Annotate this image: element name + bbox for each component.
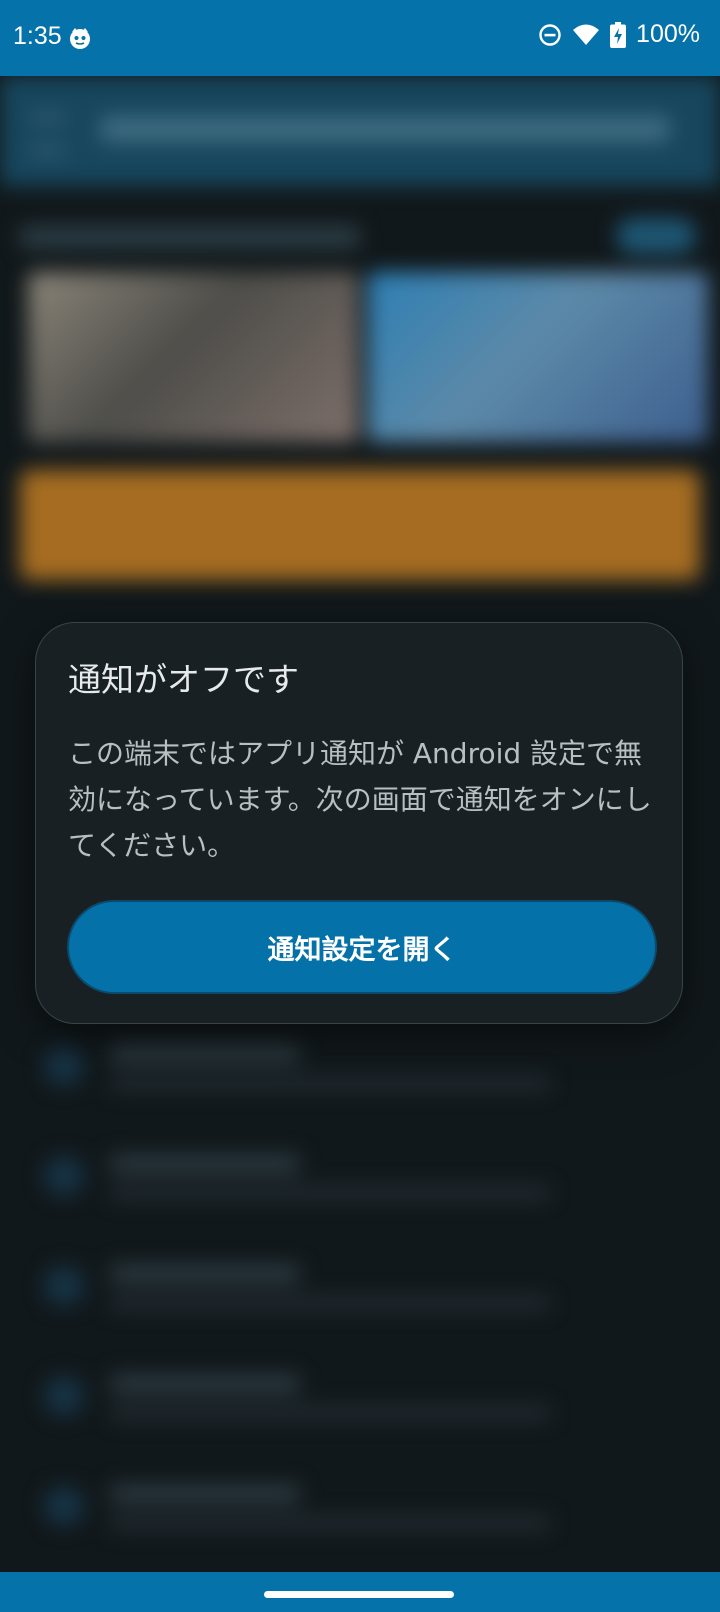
blurred-list-item [0,1356,720,1446]
status-icons: 100% [538,20,700,49]
status-time: 1:35 [13,22,62,50]
blurred-card [368,272,708,442]
blurred-list-item [0,1136,720,1226]
dialog-title: 通知がオフです [68,660,299,699]
open-notification-settings-button[interactable]: 通知設定を開く [67,900,657,994]
menu-icon [30,116,66,152]
blurred-list-item [0,1466,720,1556]
blurred-list-item [0,1246,720,1336]
blurred-section-title [20,226,360,248]
blurred-list-item [0,1026,720,1116]
screen: 1:35 100% 通知がオフです この端末ではアプリ通知が Android 設… [0,0,720,1612]
battery-percent: 100% [636,20,700,48]
wifi-icon [572,23,600,47]
home-gesture-handle[interactable] [264,1591,454,1598]
blurred-banner [20,470,700,580]
do-not-disturb-icon [538,23,562,47]
blurred-pill-button [616,218,696,254]
navigation-bar [0,1572,720,1612]
notification-off-dialog: 通知がオフです この端末ではアプリ通知が Android 設定で無効になっていま… [35,622,683,1024]
blurred-app-header [0,76,720,186]
blurred-card [28,272,358,442]
dialog-message: この端末ではアプリ通知が Android 設定で無効になっています。次の画面で通… [68,737,652,862]
app-notification-icon [68,26,92,50]
blurred-title [100,116,670,142]
status-bar: 1:35 100% [0,0,720,76]
battery-charging-icon [610,21,627,48]
